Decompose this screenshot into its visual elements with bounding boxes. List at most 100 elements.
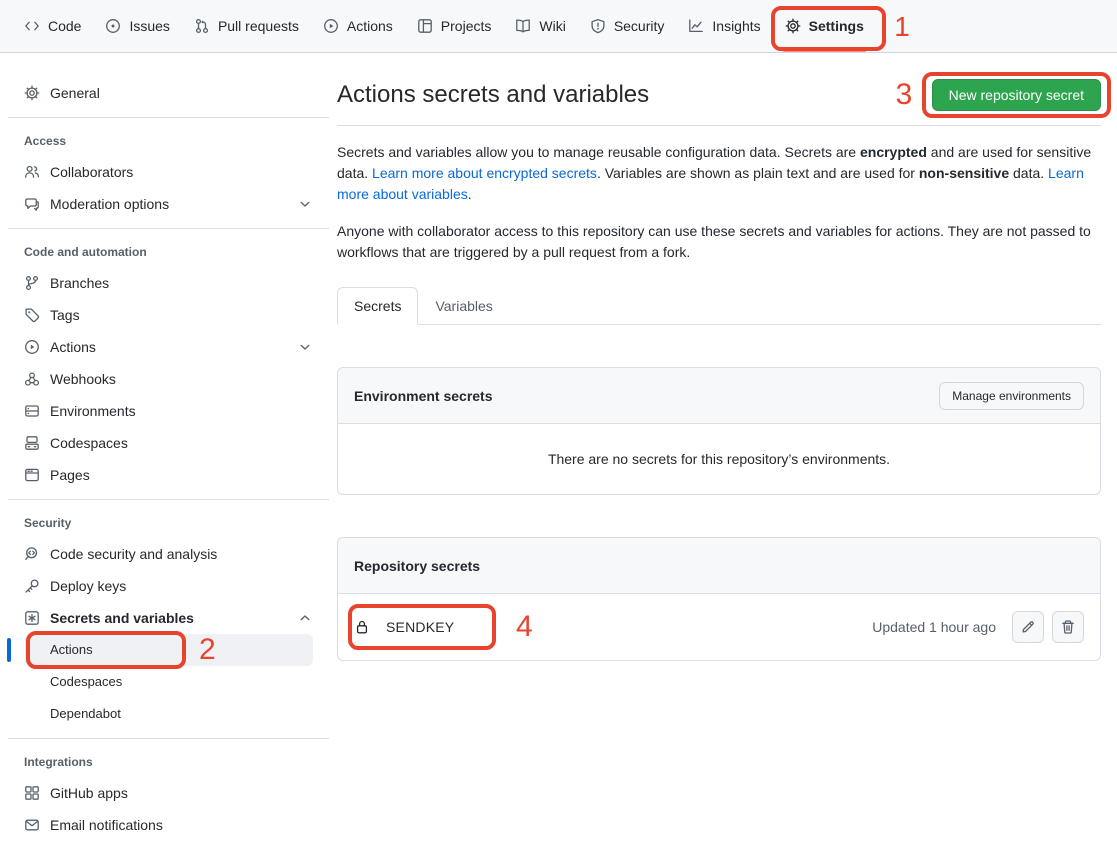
repo-nav: Code Issues Pull requests Actions Projec…: [0, 0, 1117, 53]
tab-variables[interactable]: Variables: [418, 287, 509, 325]
sidebar-item-label: Webhooks: [50, 369, 313, 389]
webhook-icon: [24, 371, 40, 387]
sidebar-item-code-security[interactable]: Code security and analysis: [8, 538, 329, 570]
secret-row: SENDKEY 4 Updated 1 hour ago: [338, 594, 1100, 660]
repository-secrets-box: Repository secrets SENDKEY 4 Updated 1 h…: [337, 537, 1101, 661]
lock-icon: [354, 619, 370, 635]
edit-secret-button[interactable]: [1012, 611, 1044, 643]
intro-text: Secrets and variables allow you to manag…: [337, 144, 860, 160]
tab-secrets[interactable]: Secrets: [337, 287, 418, 325]
sidebar-item-github-apps[interactable]: GitHub apps: [8, 777, 329, 809]
secret-name-group: SENDKEY 4: [354, 619, 454, 635]
pencil-icon: [1020, 619, 1036, 635]
book-icon: [515, 18, 531, 34]
intro-paragraph-2: Anyone with collaborator access to this …: [337, 221, 1101, 263]
sidebar-item-actions[interactable]: Actions: [8, 331, 329, 363]
delete-secret-button[interactable]: [1052, 611, 1084, 643]
environment-secrets-box: Environment secrets Manage environments …: [337, 367, 1101, 495]
tab-issues[interactable]: Issues: [97, 0, 177, 52]
sidebar-section-integrations: Integrations: [0, 747, 337, 777]
github-repo-settings-page: Code Issues Pull requests Actions Projec…: [0, 0, 1117, 867]
git-branch-icon: [24, 275, 40, 291]
secrets-variables-tabnav: Secrets Variables: [337, 287, 1101, 325]
sidebar-item-secrets-and-variables[interactable]: Secrets and variables: [8, 602, 329, 634]
codescan-icon: [24, 546, 40, 562]
sidebar-item-label: Deploy keys: [50, 576, 313, 596]
sidebar-subitem-actions[interactable]: Actions 2: [25, 634, 313, 666]
key-icon: [24, 578, 40, 594]
tab-settings[interactable]: Settings 1: [777, 0, 872, 52]
nav-label: Projects: [441, 18, 492, 34]
secret-name: SENDKEY: [386, 619, 454, 635]
sidebar-subitem-codespaces[interactable]: Codespaces: [25, 666, 313, 698]
nav-label: Wiki: [539, 18, 565, 34]
play-icon: [323, 18, 339, 34]
intro-text: data.: [1009, 165, 1048, 181]
git-pull-request-icon: [194, 18, 210, 34]
sidebar-divider: [8, 738, 329, 739]
issue-opened-icon: [105, 18, 121, 34]
sidebar-item-moderation-options[interactable]: Moderation options: [8, 188, 329, 220]
tag-icon: [24, 307, 40, 323]
chevron-down-icon: [297, 196, 313, 212]
tab-pull-requests[interactable]: Pull requests: [186, 0, 307, 52]
environment-secrets-empty-message: There are no secrets for this repository…: [338, 424, 1100, 494]
secrets-and-variables-subnav: Actions 2 Codespaces Dependabot: [0, 634, 337, 730]
sidebar-item-deploy-keys[interactable]: Deploy keys: [8, 570, 329, 602]
secret-updated-text: Updated 1 hour ago: [872, 619, 996, 635]
sidebar-item-label: Environments: [50, 401, 313, 421]
sidebar-item-email-notifications[interactable]: Email notifications: [8, 809, 329, 841]
annotation-number-2: 2: [199, 635, 216, 665]
codespaces-icon: [24, 435, 40, 451]
encrypted-secrets-link[interactable]: Learn more about encrypted secrets: [372, 165, 597, 181]
nav-label: Pull requests: [218, 18, 299, 34]
sidebar-item-label: Code security and analysis: [50, 544, 313, 564]
tab-security[interactable]: Security: [582, 0, 673, 52]
apps-icon: [24, 785, 40, 801]
sidebar-item-label: Collaborators: [50, 162, 313, 182]
browser-icon: [24, 467, 40, 483]
sidebar-subitem-dependabot[interactable]: Dependabot: [25, 698, 313, 730]
sidebar-item-label: Actions: [50, 337, 287, 357]
manage-environments-button[interactable]: Manage environments: [939, 382, 1084, 410]
sidebar-item-label: Secrets and variables: [50, 608, 287, 628]
sidebar-divider: [8, 499, 329, 500]
tab-wiki[interactable]: Wiki: [507, 0, 573, 52]
sidebar-item-collaborators[interactable]: Collaborators: [8, 156, 329, 188]
play-icon: [24, 339, 40, 355]
sidebar-section-code-automation: Code and automation: [0, 237, 337, 267]
sidebar-item-branches[interactable]: Branches: [8, 267, 329, 299]
table-icon: [417, 18, 433, 34]
sidebar-item-tags[interactable]: Tags: [8, 299, 329, 331]
sidebar-item-label: Codespaces: [50, 433, 313, 453]
chevron-down-icon: [297, 339, 313, 355]
sidebar-divider: [8, 117, 329, 118]
sidebar-subitem-label: Dependabot: [50, 706, 121, 721]
new-repository-secret-button[interactable]: New repository secret: [932, 79, 1101, 111]
nav-label: Issues: [129, 18, 169, 34]
tab-code[interactable]: Code: [16, 0, 89, 52]
sidebar-item-label: Moderation options: [50, 194, 287, 214]
tab-actions[interactable]: Actions: [315, 0, 401, 52]
server-icon: [24, 403, 40, 419]
sidebar-item-general[interactable]: General: [8, 77, 329, 109]
sidebar-item-label: General: [50, 83, 313, 103]
sidebar-section-access: Access: [0, 126, 337, 156]
nav-label: Settings: [809, 18, 864, 34]
sidebar-item-pages[interactable]: Pages: [8, 459, 329, 491]
nav-label: Insights: [712, 18, 760, 34]
annotation-number-4: 4: [516, 612, 533, 642]
tab-projects[interactable]: Projects: [409, 0, 500, 52]
main-content: Actions secrets and variables New reposi…: [337, 53, 1117, 661]
sidebar-item-environments[interactable]: Environments: [8, 395, 329, 427]
environment-secrets-title: Environment secrets: [354, 388, 493, 404]
sidebar-item-webhooks[interactable]: Webhooks: [8, 363, 329, 395]
intro-text: .: [468, 186, 472, 202]
nav-label: Actions: [347, 18, 393, 34]
sidebar-item-codespaces[interactable]: Codespaces: [8, 427, 329, 459]
intro-bold: non-sensitive: [919, 165, 1009, 181]
sidebar-item-label: Tags: [50, 305, 313, 325]
comment-discussion-icon: [24, 196, 40, 212]
tab-insights[interactable]: Insights: [680, 0, 768, 52]
code-icon: [24, 18, 40, 34]
